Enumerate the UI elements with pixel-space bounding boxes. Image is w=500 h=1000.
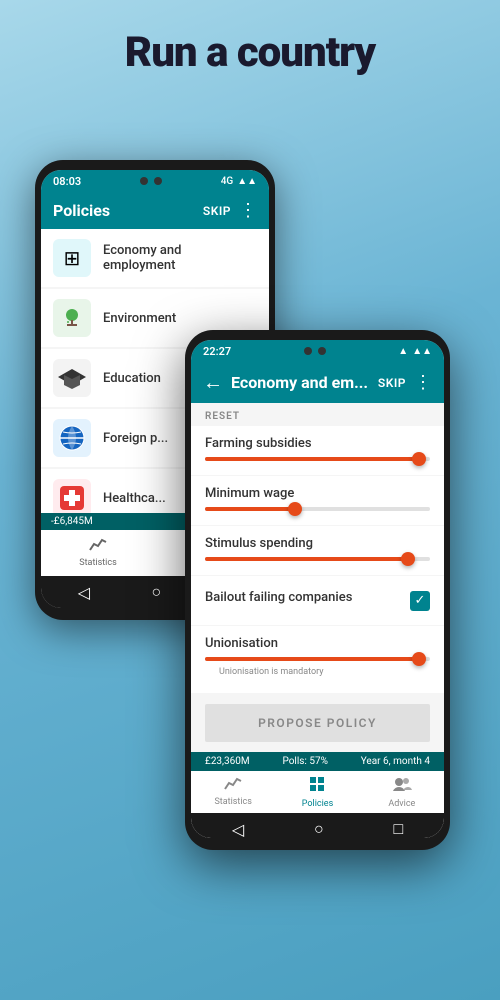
health-label: Healthca...: [103, 491, 166, 506]
foreign-icon: [53, 419, 91, 457]
farming-fill: [205, 457, 419, 461]
education-icon: [53, 359, 91, 397]
statistics-icon-front: [224, 775, 242, 795]
skip-button-back[interactable]: SKIP: [203, 204, 231, 218]
policy-item-economy[interactable]: ⊞ Economy and employment: [41, 229, 269, 287]
nav-statistics-front[interactable]: Statistics: [191, 775, 275, 809]
unionisation-item: Unionisation Unionisation is mandatory: [191, 626, 444, 693]
bailout-checkbox[interactable]: ✓: [410, 591, 430, 611]
stimulus-thumb[interactable]: [401, 552, 415, 566]
nav-statistics-back[interactable]: Statistics: [41, 536, 155, 570]
minimum-wage-slider[interactable]: [205, 507, 430, 511]
time-back: 08:03: [53, 175, 81, 188]
stimulus-spending-slider[interactable]: [205, 557, 430, 561]
farming-subsidies-label: Farming subsidies: [205, 436, 430, 451]
propose-policy-button[interactable]: PROPOSE POLICY: [205, 704, 430, 742]
union-fill: [205, 657, 419, 661]
wage-thumb[interactable]: [288, 502, 302, 516]
status-icons-back: 4G ▲▲: [221, 176, 257, 187]
statistics-icon: [89, 536, 107, 556]
foreign-label: Foreign p...: [103, 431, 168, 446]
policies-icon-front: [308, 775, 326, 797]
statistics-label-back: Statistics: [79, 558, 116, 568]
health-icon: [53, 479, 91, 513]
economy-label: Economy and employment: [103, 243, 257, 273]
back-button-front[interactable]: ←: [203, 370, 223, 395]
education-label: Education: [103, 371, 161, 386]
stimulus-fill: [205, 557, 408, 561]
bailout-label: Bailout failing companies: [205, 590, 352, 605]
unionisation-label: Unionisation: [205, 636, 430, 651]
farming-thumb[interactable]: [412, 452, 426, 466]
wage-fill: [205, 507, 295, 511]
minimum-wage-label: Minimum wage: [205, 486, 430, 501]
advice-icon-front: [392, 775, 412, 797]
reset-label[interactable]: RESET: [191, 403, 444, 426]
money-amount: -£6,845M: [51, 516, 93, 527]
skip-button-front[interactable]: SKIP: [378, 376, 406, 390]
policies-title: Policies: [53, 201, 195, 220]
policies-label-front: Policies: [302, 799, 333, 809]
status-bar-front: 22:27 ▲ ▲▲: [191, 340, 444, 362]
unionisation-note: Unionisation is mandatory: [205, 665, 430, 683]
status-icons-front: ▲ ▲▲: [398, 346, 432, 357]
economy-detail-screen: RESET Farming subsidies Minimum wage: [191, 403, 444, 838]
unionisation-slider[interactable]: [205, 657, 430, 661]
app-header-back: Policies SKIP ⋮: [41, 192, 269, 229]
farming-subsidies-slider[interactable]: [205, 457, 430, 461]
nav-bar-front: Statistics Policies Advice: [191, 771, 444, 813]
camera-front: [304, 347, 326, 355]
nav-advice-front[interactable]: Advice: [360, 775, 444, 809]
minimum-wage-item: Minimum wage: [191, 476, 444, 525]
bottom-money: £23,360M: [205, 756, 250, 767]
home-sys-icon-front[interactable]: ○: [314, 819, 324, 838]
bailout-item[interactable]: Bailout failing companies ✓: [191, 576, 444, 625]
recent-sys-icon-front[interactable]: □: [393, 819, 403, 838]
status-bar-back: 08:03 4G ▲▲: [41, 170, 269, 192]
statistics-label-front: Statistics: [214, 797, 251, 807]
nav-policies-front[interactable]: Policies: [275, 775, 359, 809]
economy-header-title: Economy and em...: [231, 373, 370, 392]
more-menu-back[interactable]: ⋮: [239, 200, 257, 221]
advice-label-front: Advice: [388, 799, 415, 809]
time-front: 22:27: [203, 345, 231, 358]
sys-nav-front: ◁ ○ □: [191, 813, 444, 838]
bottom-year: Year 6, month 4: [361, 756, 430, 767]
more-menu-front[interactable]: ⋮: [414, 372, 432, 393]
phone-front: 22:27 ▲ ▲▲ ← Economy and em... SKIP ⋮ RE…: [185, 330, 450, 850]
hero-title: Run a country: [0, 0, 500, 76]
phone-front-screen: 22:27 ▲ ▲▲ ← Economy and em... SKIP ⋮ RE…: [191, 340, 444, 838]
app-header-front: ← Economy and em... SKIP ⋮: [191, 362, 444, 403]
economy-icon: ⊞: [53, 239, 91, 277]
camera-back: [140, 177, 162, 185]
union-thumb[interactable]: [412, 652, 426, 666]
bottom-status-bar-front: £23,360M Polls: 57% Year 6, month 4: [191, 752, 444, 771]
stimulus-spending-item: Stimulus spending: [191, 526, 444, 575]
home-sys-icon[interactable]: ○: [151, 582, 161, 602]
back-sys-icon[interactable]: ◁: [78, 583, 90, 602]
back-sys-icon-front[interactable]: ◁: [232, 820, 244, 839]
environment-icon: [53, 299, 91, 337]
environment-label: Environment: [103, 311, 176, 326]
bottom-polls: Polls: 57%: [282, 756, 327, 767]
farming-subsidies-item: Farming subsidies: [191, 426, 444, 475]
stimulus-spending-label: Stimulus spending: [205, 536, 430, 551]
